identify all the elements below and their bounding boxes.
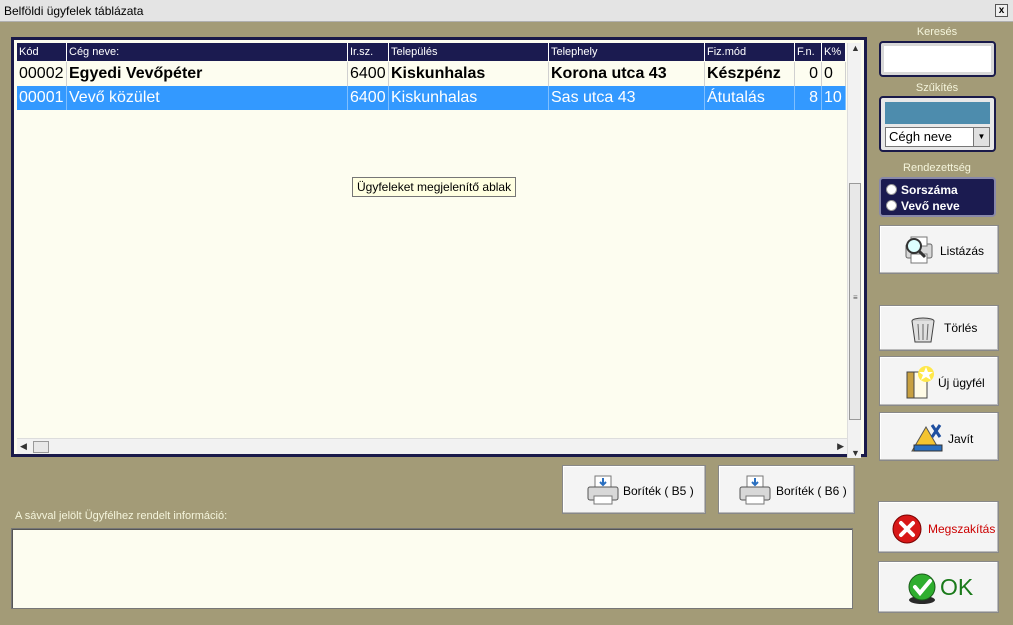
search-label: Keresés xyxy=(916,26,958,38)
cell-due-days: 0 xyxy=(795,62,822,86)
order-option-name-label: Vevő neve xyxy=(901,199,960,213)
envelope-b5-button[interactable]: Boríték ( B5 ) xyxy=(562,465,706,514)
order-option-number[interactable]: Sorszáma xyxy=(886,182,958,198)
edit-button[interactable]: Javít xyxy=(879,412,999,461)
edit-button-label: Javít xyxy=(948,432,974,446)
cell-discount: 10 xyxy=(822,86,846,110)
cell-zip: 6400 xyxy=(348,86,389,110)
check-icon xyxy=(908,573,936,604)
cell-payment: Készpénz xyxy=(705,62,795,86)
table-row[interactable]: 00002 Egyedi Vevőpéter 6400 Kiskunhalas … xyxy=(17,62,846,86)
vertical-scrollbar[interactable]: ▲ ≡ ▼ xyxy=(847,43,861,458)
delete-button-label: Törlés xyxy=(944,321,978,335)
column-header-zip[interactable]: Ir.sz. xyxy=(348,43,389,61)
table-header: Kód Cég neve: Ir.sz. Település Telephely… xyxy=(17,43,846,61)
print-preview-icon xyxy=(905,236,933,264)
info-label: A sávval jelölt Ügyfélhez rendelt inform… xyxy=(15,510,228,522)
ok-button[interactable]: OK xyxy=(878,561,999,613)
envelope-b5-label: Boríték ( B5 ) xyxy=(623,484,694,498)
radio-icon[interactable] xyxy=(886,200,897,211)
scroll-right-icon[interactable]: ▶ xyxy=(837,441,844,452)
search-input[interactable] xyxy=(879,41,996,77)
list-button-label: Listázás xyxy=(940,244,985,258)
filter-select[interactable]: Cégh neve ▼ xyxy=(885,127,990,147)
order-label: Rendezettség xyxy=(903,162,971,174)
cell-site: Sas utca 43 xyxy=(549,86,705,110)
column-header-due-days[interactable]: F.n. xyxy=(795,43,822,61)
column-header-payment[interactable]: Fiz.mód xyxy=(705,43,795,61)
cell-company: Vevő közület xyxy=(67,86,348,110)
scroll-left-icon[interactable]: ◀ xyxy=(20,441,27,452)
order-option-number-label: Sorszáma xyxy=(901,183,958,197)
cell-city: Kiskunhalas xyxy=(389,62,549,86)
cell-site: Korona utca 43 xyxy=(549,62,705,86)
column-header-site[interactable]: Telephely xyxy=(549,43,705,61)
vertical-scroll-thumb[interactable]: ≡ xyxy=(849,183,861,420)
filter-label: Szűkítés xyxy=(915,82,959,94)
table-row-selected[interactable]: 00001 Vevő közület 6400 Kiskunhalas Sas … xyxy=(17,86,846,110)
scroll-down-icon[interactable]: ▼ xyxy=(851,448,860,458)
cell-city: Kiskunhalas xyxy=(389,86,549,110)
printer-icon xyxy=(739,475,771,505)
radio-icon[interactable] xyxy=(886,184,897,195)
close-icon[interactable]: x xyxy=(995,4,1008,17)
cell-code: 00002 xyxy=(17,62,67,86)
trash-icon xyxy=(911,317,935,343)
new-customer-button[interactable]: Új ügyfél xyxy=(879,356,999,406)
chevron-down-icon[interactable]: ▼ xyxy=(973,128,989,146)
window-title: Belföldi ügyfelek táblázata xyxy=(4,4,144,18)
cell-company: Egyedi Vevőpéter xyxy=(67,62,348,86)
cell-code: 00001 xyxy=(17,86,67,110)
cell-discount: 0 xyxy=(822,62,846,86)
list-button[interactable]: Listázás xyxy=(879,225,999,274)
cell-zip: 6400 xyxy=(348,62,389,86)
filter-panel: Cégh neve ▼ xyxy=(879,96,996,152)
column-header-discount[interactable]: K% xyxy=(822,43,846,61)
scroll-up-icon[interactable]: ▲ xyxy=(851,43,860,53)
filter-select-value: Cégh neve xyxy=(889,129,952,144)
order-radio-group: Sorszáma Vevő neve xyxy=(879,177,996,217)
cell-due-days: 8 xyxy=(795,86,822,110)
customer-table: Kód Cég neve: Ir.sz. Település Telephely… xyxy=(11,37,867,458)
grip-icon: ≡ xyxy=(853,293,858,302)
table-tooltip: Ügyfeleket megjelenítő ablak xyxy=(352,177,517,197)
new-customer-button-label: Új ügyfél xyxy=(938,376,985,390)
cancel-button[interactable]: Megszakítás xyxy=(878,501,999,553)
info-textarea[interactable] xyxy=(11,528,853,609)
title-bar: Belföldi ügyfelek táblázata x xyxy=(0,0,1013,22)
order-option-name[interactable]: Vevő neve xyxy=(886,198,960,214)
new-card-icon xyxy=(906,366,934,399)
column-header-city[interactable]: Település xyxy=(389,43,549,61)
column-header-code[interactable]: Kód xyxy=(17,43,67,61)
filter-input[interactable] xyxy=(885,102,990,124)
table-body[interactable]: Kód Cég neve: Ir.sz. Település Telephely… xyxy=(17,43,846,438)
horizontal-scroll-thumb[interactable] xyxy=(33,441,49,453)
column-header-company[interactable]: Cég neve: xyxy=(67,43,348,61)
cell-payment: Átutalás xyxy=(705,86,795,110)
cancel-button-label: Megszakítás xyxy=(928,522,996,536)
envelope-b6-button[interactable]: Boríték ( B6 ) xyxy=(718,465,855,514)
edit-tools-icon xyxy=(911,424,943,452)
ok-button-label: OK xyxy=(940,574,974,600)
cancel-icon xyxy=(892,514,922,544)
envelope-b6-label: Boríték ( B6 ) xyxy=(776,484,847,498)
printer-icon xyxy=(587,475,619,505)
delete-button[interactable]: Törlés xyxy=(879,305,999,351)
horizontal-scrollbar[interactable]: ◀ ▶ xyxy=(17,438,847,454)
